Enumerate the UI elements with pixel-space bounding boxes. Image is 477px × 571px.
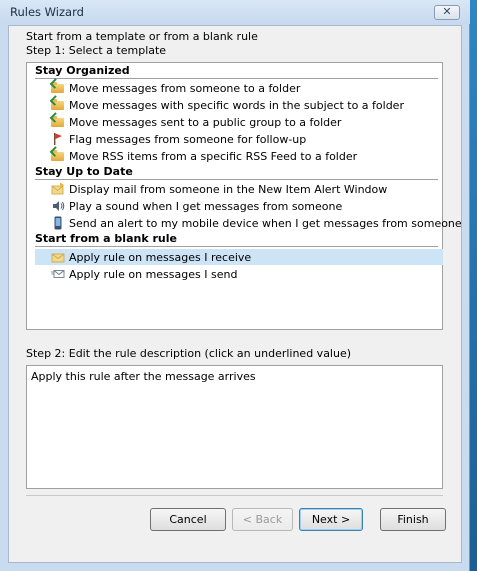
folder-arrow-icon <box>49 112 65 129</box>
rule-description-text: Apply this rule after the message arrive… <box>31 370 256 383</box>
template-item-move-specific-words[interactable]: Move messages with specific words in the… <box>35 95 438 113</box>
rules-wizard-dialog: Rules Wizard ✕ Start from a template or … <box>0 0 470 571</box>
title-bar[interactable]: Rules Wizard ✕ <box>0 0 470 24</box>
template-list[interactable]: Stay Organized Move messages from someon… <box>26 62 462 330</box>
envelope-send-icon <box>51 267 65 281</box>
template-item-label: Flag messages from someone for follow-up <box>69 133 307 146</box>
template-item-label: Display mail from someone in the New Ite… <box>69 183 388 196</box>
next-button[interactable]: Next > <box>299 508 363 531</box>
template-item-new-item-alert[interactable]: Display mail from someone in the New Ite… <box>35 181 438 197</box>
group-header-stay-organized: Stay Organized <box>35 64 130 77</box>
close-icon: ✕ <box>442 5 452 18</box>
template-item-label: Apply rule on messages I receive <box>69 251 252 264</box>
step1-label: Step 1: Select a template <box>26 44 167 57</box>
template-item-apply-on-send[interactable]: Apply rule on messages I send <box>35 266 438 282</box>
template-item-label: Move messages sent to a public group to … <box>69 116 342 129</box>
rule-description-box[interactable]: Apply this rule after the message arrive… <box>26 365 443 489</box>
template-item-move-rss[interactable]: Move RSS items from a specific RSS Feed … <box>35 146 438 164</box>
template-item-label: Move messages with specific words in the… <box>69 99 404 112</box>
folder-arrow-icon <box>49 146 65 163</box>
group-header-blank-rule: Start from a blank rule <box>35 232 177 245</box>
template-item-label: Send an alert to my mobile device when I… <box>69 217 462 230</box>
speaker-icon <box>51 199 65 213</box>
folder-arrow-icon <box>49 78 65 95</box>
template-item-move-public-group[interactable]: Move messages sent to a public group to … <box>35 112 438 130</box>
red-flag-icon <box>51 132 65 146</box>
template-item-label: Play a sound when I get messages from so… <box>69 200 343 213</box>
template-item-mobile-alert[interactable]: Send an alert to my mobile device when I… <box>35 215 462 231</box>
template-item-label: Move messages from someone to a folder <box>69 82 301 95</box>
finish-button[interactable]: Finish <box>380 508 446 531</box>
envelope-receive-icon <box>51 250 65 264</box>
template-item-label: Move RSS items from a specific RSS Feed … <box>69 150 358 163</box>
template-item-play-sound[interactable]: Play a sound when I get messages from so… <box>35 198 438 214</box>
group-divider <box>35 246 438 247</box>
template-item-apply-on-receive[interactable]: Apply rule on messages I receive <box>35 249 443 265</box>
window-title: Rules Wizard <box>10 5 84 19</box>
template-item-move-from-someone[interactable]: Move messages from someone to a folder <box>35 78 438 96</box>
cancel-button[interactable]: Cancel <box>150 508 226 531</box>
group-divider <box>35 78 438 79</box>
button-separator <box>26 495 443 496</box>
envelope-alert-icon <box>51 182 65 196</box>
folder-arrow-icon <box>49 95 65 112</box>
template-item-label: Apply rule on messages I send <box>69 268 238 281</box>
desktop-background <box>470 0 477 571</box>
template-item-flag-followup[interactable]: Flag messages from someone for follow-up <box>35 131 438 147</box>
group-header-stay-up-to-date: Stay Up to Date <box>35 165 133 178</box>
mobile-device-icon <box>51 216 65 230</box>
step2-label: Step 2: Edit the rule description (click… <box>26 347 352 360</box>
close-button[interactable]: ✕ <box>434 5 460 20</box>
back-button[interactable]: < Back <box>232 508 293 531</box>
intro-text: Start from a template or from a blank ru… <box>26 30 258 43</box>
group-divider <box>35 179 438 180</box>
